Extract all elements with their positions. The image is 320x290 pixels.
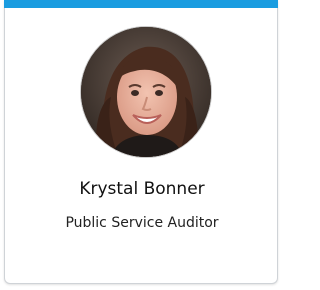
avatar-photo (81, 27, 211, 157)
profile-job-title: Public Service Auditor (65, 215, 219, 231)
card-accent-bar (4, 0, 278, 8)
profile-name: Krystal Bonner (79, 179, 205, 199)
profile-card: Krystal Bonner Public Service Auditor (4, 0, 278, 284)
avatar (80, 26, 212, 158)
